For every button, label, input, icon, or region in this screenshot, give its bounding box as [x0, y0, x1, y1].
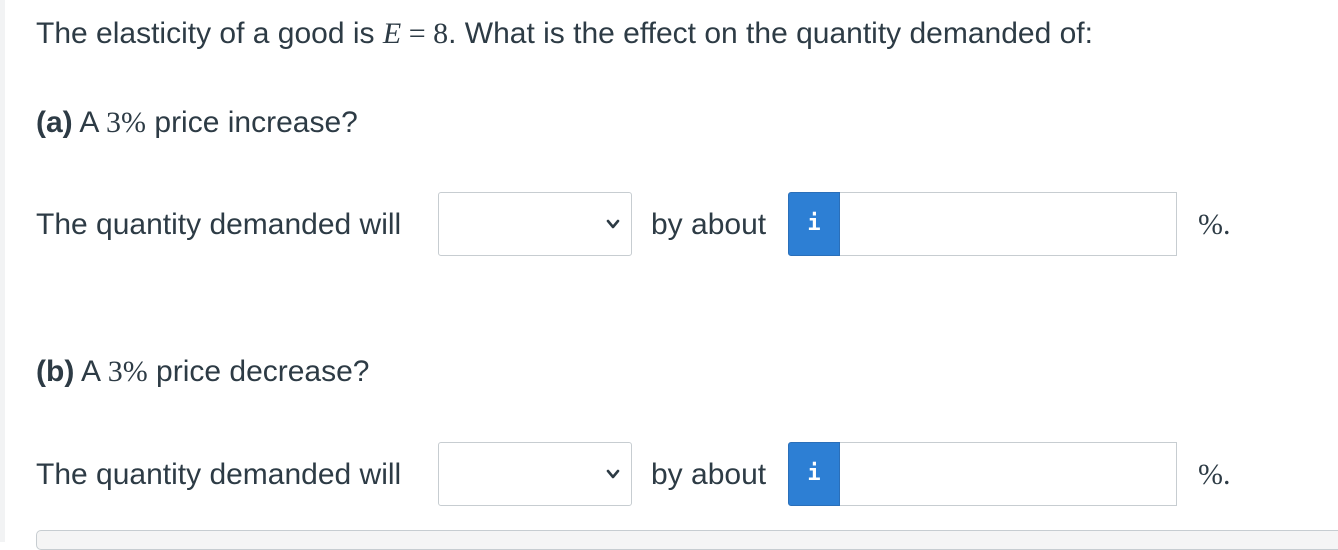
part-b-text-prefix: A — [74, 355, 108, 388]
part-b-direction-select[interactable] — [438, 442, 632, 506]
part-a-text-suffix: price increase? — [146, 106, 358, 139]
next-panel-edge — [36, 530, 1338, 550]
question-text: The elasticity of a good is E = 8. What … — [36, 14, 1093, 54]
part-b-unit: %. — [1198, 458, 1231, 491]
info-icon: i — [807, 461, 821, 486]
part-a-unit: %. — [1198, 208, 1231, 241]
question-intro-prefix: The elasticity of a good is — [36, 17, 383, 50]
info-icon: i — [807, 211, 821, 236]
part-a-answer-row: The quantity demanded will by about i %. — [36, 192, 1286, 258]
part-b-heading: (b) A 3% price decrease? — [36, 352, 369, 392]
chevron-down-icon — [606, 219, 620, 229]
part-b-answer-row: The quantity demanded will by about i %. — [36, 442, 1286, 508]
part-a-direction-select[interactable] — [438, 192, 632, 256]
part-b-percent: 3% — [107, 355, 148, 388]
part-b-answer-lead: The quantity demanded will — [36, 458, 402, 491]
elasticity-value: 8 — [433, 17, 449, 50]
part-b-percent-input[interactable] — [840, 442, 1177, 506]
left-margin-rule — [0, 0, 5, 542]
part-a-label: (a) — [36, 106, 73, 139]
part-a-text-prefix: A — [72, 106, 107, 139]
part-a-percent-input[interactable] — [840, 192, 1177, 256]
part-a-percent: 3% — [106, 106, 147, 139]
part-a-heading: (a) A 3% price increase? — [36, 103, 358, 143]
question-intro-suffix: . What is the effect on the quantity dem… — [448, 17, 1093, 50]
part-b-text-suffix: price decrease? — [147, 355, 370, 388]
part-b-by-about: by about — [651, 458, 767, 491]
part-b-info-button[interactable]: i — [788, 442, 840, 506]
part-a-info-button[interactable]: i — [788, 192, 840, 256]
equals-sign: = — [401, 17, 434, 50]
part-a-answer-lead: The quantity demanded will — [36, 208, 402, 241]
part-a-by-about: by about — [651, 208, 767, 241]
part-b-label: (b) — [36, 355, 75, 388]
chevron-down-icon — [606, 469, 620, 479]
elasticity-symbol: E — [382, 17, 402, 50]
